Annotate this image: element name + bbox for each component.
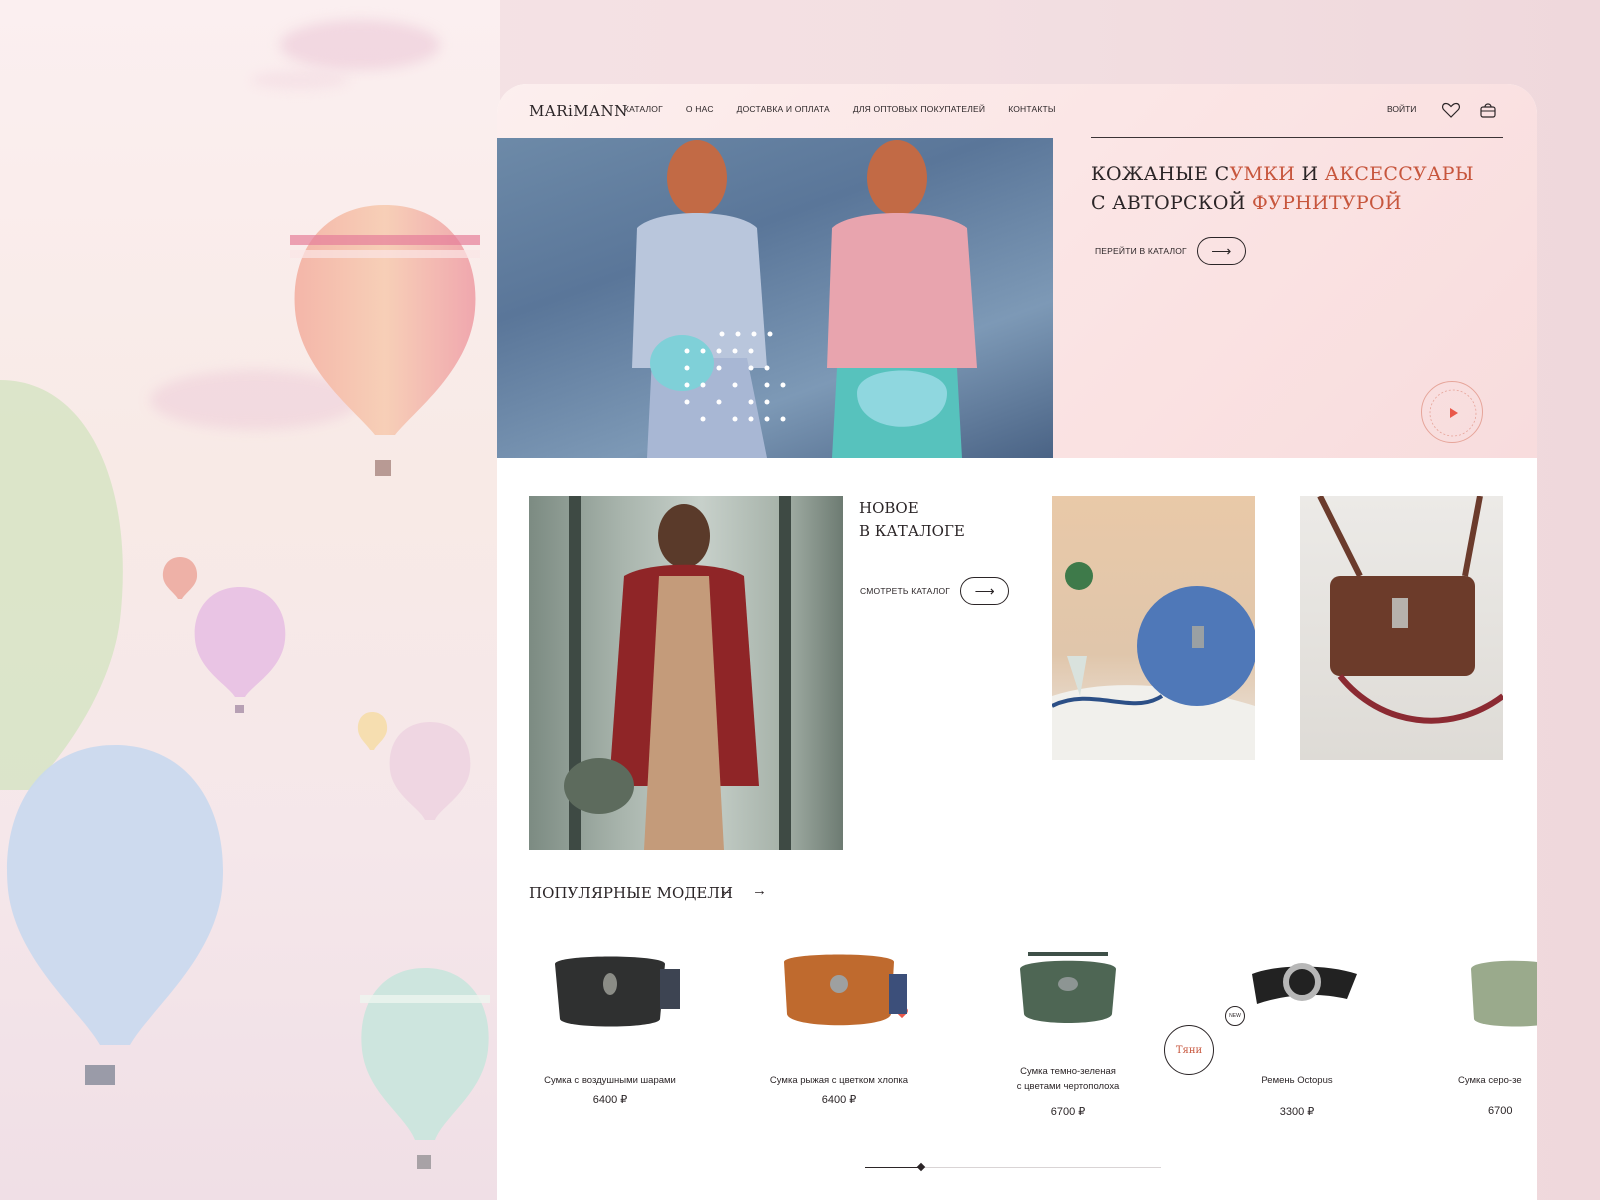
product-card[interactable]: NEW Ремень Octopus 3300 ₽	[1197, 914, 1397, 1144]
nav-item-contacts[interactable]: КОНТАКТЫ	[1008, 104, 1055, 114]
product-name: Сумка темно-зеленая с цветами чертополох…	[1016, 1066, 1120, 1092]
product-name: Сумка рыжая с цветком хлопка	[769, 1075, 909, 1086]
new-model-photo[interactable]	[529, 496, 843, 850]
arrow-right-icon: ⟶	[960, 577, 1010, 605]
balloon-blue	[6, 745, 224, 1085]
play-icon	[1429, 389, 1477, 437]
balloon-small-orange	[162, 557, 198, 599]
balloon-large-orange	[290, 205, 480, 476]
belt-image	[1252, 963, 1357, 1004]
product-price: 6400 ₽	[821, 1094, 857, 1106]
balloon-mint	[360, 968, 490, 1169]
hero-photo	[497, 138, 1053, 458]
brown-bag-photo[interactable]	[1300, 496, 1503, 760]
brown-bag-illustration	[1317, 496, 1503, 724]
drag-handle[interactable]: Тяни	[1164, 1025, 1214, 1075]
nav-item-delivery[interactable]: ДОСТАВКА И ОПЛАТА	[737, 104, 830, 114]
popular-models-title: ПОПУЛЯРНЫЕ МОДЕЛИ	[529, 884, 733, 902]
product-price: 3300 ₽	[1279, 1106, 1315, 1118]
nav-item-about[interactable]: О НАС	[686, 104, 714, 114]
product-price: 6400 ₽	[592, 1094, 628, 1106]
carousel-progress[interactable]	[865, 1162, 1161, 1172]
balloon-yellow	[357, 712, 388, 750]
main-nav: КАТАЛОГ О НАС ДОСТАВКА И ОПЛАТА ДЛЯ ОПТО…	[624, 104, 1056, 114]
carousel-progress-knob[interactable]	[916, 1162, 926, 1172]
decorative-background	[0, 0, 500, 1200]
product-name: Сумка серо-зе	[1458, 1075, 1522, 1086]
balloon-lilac	[389, 722, 471, 820]
balloon-pink	[194, 587, 286, 713]
black-bag-image	[555, 956, 680, 1027]
product-price: 6700 ₽	[1050, 1106, 1086, 1118]
product-card[interactable]: Сумка с воздушными шарами 6400 ₽	[510, 914, 710, 1144]
login-link[interactable]: ВОЙТИ	[1387, 104, 1416, 114]
product-card[interactable]: Сумка серо-зе 6700	[1426, 914, 1537, 1144]
nav-item-wholesale[interactable]: ДЛЯ ОПТОВЫХ ПОКУПАТЕЛЕЙ	[853, 104, 985, 114]
model-illustration	[564, 496, 791, 850]
product-card[interactable]: Сумка рыжая с цветком хлопка 6400 ₽	[739, 914, 939, 1144]
view-catalog-label: СМОТРЕТЬ КАТАЛОГ	[860, 586, 951, 596]
view-catalog-button[interactable]: СМОТРЕТЬ КАТАЛОГ ⟶	[860, 577, 1010, 605]
video-badge[interactable]	[1421, 381, 1483, 443]
hero-divider	[1091, 137, 1503, 138]
grey-green-bag-image	[1471, 960, 1537, 1027]
bag-icon[interactable]	[1478, 100, 1498, 120]
new-in-catalog-title: НОВОЕ В КАТАЛОГЕ	[859, 499, 965, 540]
nav-item-catalog[interactable]: КАТАЛОГ	[624, 104, 663, 114]
orange-bag-image	[784, 954, 907, 1026]
product-price: 6700	[1488, 1105, 1513, 1117]
carousel-prev-button[interactable]: ←	[719, 882, 734, 899]
hero-title: КОЖАНЫЕ СУМКИ И АКСЕССУАРЫ С АВТОРСКОЙ Ф…	[1091, 163, 1474, 214]
carousel-progress-fill	[865, 1167, 922, 1168]
blue-round-bag-photo[interactable]	[1052, 496, 1255, 760]
green-bag-image	[1020, 952, 1116, 1023]
product-name: Ремень Octopus	[1261, 1075, 1333, 1086]
hero-models-illustration	[632, 140, 977, 458]
logo[interactable]: MARiMANN	[529, 102, 628, 120]
go-to-catalog-label: ПЕРЕЙТИ В КАТАЛОГ	[1095, 246, 1187, 256]
heart-icon[interactable]	[1441, 100, 1461, 120]
product-name: Сумка с воздушными шарами	[544, 1075, 676, 1086]
product-card[interactable]: Сумка темно-зеленая с цветами чертополох…	[968, 914, 1168, 1144]
carousel-next-button[interactable]: →	[752, 882, 767, 899]
blue-bag-illustration	[1052, 562, 1255, 760]
go-to-catalog-button[interactable]: ПЕРЕЙТИ В КАТАЛОГ ⟶	[1095, 237, 1246, 265]
website-frame: MARiMANN КАТАЛОГ О НАС ДОСТАВКА И ОПЛАТА…	[497, 84, 1537, 1200]
arrow-right-icon: ⟶	[1196, 237, 1246, 265]
